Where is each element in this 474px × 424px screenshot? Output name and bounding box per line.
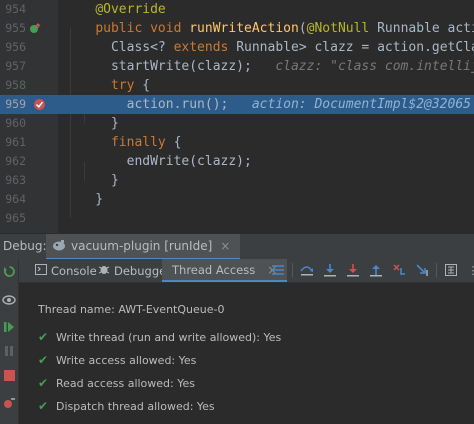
code-line[interactable]: 961 finally { — [0, 133, 474, 152]
line-number: 958 — [5, 78, 26, 92]
code-line[interactable]: 956 Class<? extends Runnable> clazz = ac… — [0, 38, 474, 57]
line-number: 959 — [5, 97, 26, 111]
code-text: try { — [110, 78, 151, 93]
check-label: Write access allowed: Yes — [56, 353, 197, 367]
line-number: 954 — [5, 2, 26, 16]
check-row: ✔ Write thread (run and write allowed): … — [38, 330, 281, 344]
force-step-into-icon[interactable] — [345, 262, 361, 278]
check-icon: ✔ — [38, 353, 49, 367]
tab-thread-access[interactable]: Thread Access × — [162, 259, 288, 282]
code-line[interactable]: 957 startWrite(clazz); clazz: "class com… — [0, 57, 474, 76]
code-line[interactable]: 958 try { — [0, 76, 474, 95]
code-line[interactable]: 955 public void runWriteAction(@NotNull … — [0, 19, 474, 38]
code-text: } — [64, 116, 119, 131]
line-number: 964 — [5, 192, 26, 206]
code-line[interactable]: 954 @Override — [0, 0, 474, 19]
check-label: Write thread (run and write allowed): Ye… — [56, 330, 282, 344]
code-line[interactable]: 962 endWrite(clazz); — [0, 152, 474, 171]
line-number: 955 — [5, 21, 26, 35]
evaluate-expression-icon[interactable] — [443, 262, 459, 278]
override-method-icon[interactable] — [29, 22, 41, 34]
toolbar-separator — [292, 263, 293, 278]
drop-frame-icon[interactable] — [391, 262, 407, 278]
line-number: 962 — [5, 154, 26, 168]
menu-icon[interactable] — [270, 262, 286, 278]
check-row: ✔ Read access allowed: Yes — [38, 376, 195, 390]
mute-breakpoints-icon[interactable] — [1, 395, 17, 411]
debug-tool-window-header: Debug: vacuum-plugin [runIde] × — [0, 233, 474, 260]
line-number: 963 — [5, 173, 26, 187]
run-to-cursor-icon[interactable] — [414, 262, 430, 278]
debug-tab-strip: Console Debugger Thread Access × ⋮ — [19, 259, 474, 283]
line-number: 960 — [5, 116, 26, 130]
debug-session-tab[interactable]: vacuum-plugin [runIde] × — [46, 234, 241, 260]
toolbar-separator — [436, 263, 437, 278]
code-text: startWrite(clazz); clazz: "class com.int… — [64, 59, 474, 74]
code-line[interactable]: 963 } — [0, 171, 474, 190]
debug-side-toolbar — [0, 259, 19, 424]
session-tab-label: vacuum-plugin [runIde] — [71, 239, 213, 253]
code-line[interactable]: 964 } — [0, 190, 474, 209]
code-text: @Override — [95, 2, 166, 17]
rerun-icon[interactable] — [1, 263, 17, 279]
debugger-icon — [98, 263, 110, 278]
code-line[interactable]: 965 — [0, 209, 474, 228]
more-icon[interactable]: ⋮ — [465, 262, 474, 278]
check-label: Dispatch thread allowed: Yes — [56, 399, 215, 413]
code-text: } — [64, 173, 119, 188]
code-text: public void runWriteAction(@NotNull Runn… — [95, 21, 474, 36]
debug-label: Debug: — [3, 239, 47, 253]
execution-point-line[interactable]: 959 action.run(); action: DocumentImpl$2… — [0, 95, 474, 114]
step-out-icon[interactable] — [368, 262, 384, 278]
tab-thread-access-label: Thread Access — [172, 262, 256, 277]
step-over-icon[interactable] — [299, 262, 315, 278]
breakpoint-icon[interactable] — [33, 98, 45, 110]
check-row: ✔ Dispatch thread allowed: Yes — [38, 399, 215, 413]
code-text: action.run(); action: DocumentImpl$2@320… — [64, 97, 471, 112]
thread-access-panel: Thread name: AWT-EventQueue-0 ✔ Write th… — [19, 283, 474, 424]
check-icon: ✔ — [38, 399, 49, 413]
line-number: 961 — [5, 135, 26, 149]
step-into-icon[interactable] — [322, 262, 338, 278]
check-icon: ✔ — [38, 330, 49, 344]
check-label: Read access allowed: Yes — [56, 376, 195, 390]
console-icon — [35, 263, 47, 278]
code-text: endWrite(clazz); — [64, 154, 252, 169]
pause-icon[interactable] — [1, 343, 17, 359]
close-icon[interactable]: × — [220, 239, 230, 253]
code-editor[interactable]: 954 @Override 955 public void runWriteAct… — [0, 0, 474, 233]
resume-icon[interactable] — [1, 319, 17, 335]
tab-console-label: Console — [51, 263, 97, 278]
code-text: } — [64, 192, 104, 207]
code-text: Class<? extends Runnable> clazz = action… — [64, 40, 474, 55]
view-breakpoints-icon[interactable] — [1, 292, 17, 308]
check-icon: ✔ — [38, 376, 49, 390]
stop-icon[interactable] — [1, 367, 17, 383]
run-config-icon — [52, 239, 66, 254]
line-number: 965 — [5, 211, 26, 225]
code-line[interactable]: 960 } — [0, 114, 474, 133]
thread-name: Thread name: AWT-EventQueue-0 — [38, 303, 225, 316]
line-number: 957 — [5, 59, 26, 73]
line-number: 956 — [5, 40, 26, 54]
check-row: ✔ Write access allowed: Yes — [38, 353, 196, 367]
code-text: finally { — [110, 135, 182, 150]
tab-console[interactable]: Console — [31, 259, 101, 282]
